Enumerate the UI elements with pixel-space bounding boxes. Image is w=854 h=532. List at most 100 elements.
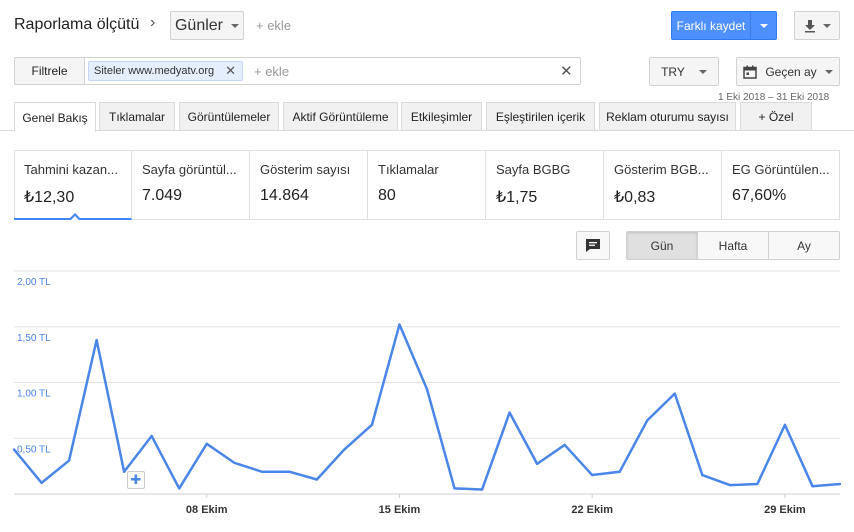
metric-label: Sayfa görüntül... xyxy=(142,162,237,177)
data-point xyxy=(150,434,153,438)
add-dimension-link[interactable]: + ekle xyxy=(256,18,291,33)
tab-overview[interactable]: Genel Bakış xyxy=(14,102,96,132)
data-point xyxy=(646,419,649,422)
dimension-dropdown[interactable]: Günler xyxy=(170,11,244,40)
filter-chip-prefix: Siteler xyxy=(94,65,126,77)
clear-filter-icon[interactable]: ✕ xyxy=(560,62,573,80)
data-point xyxy=(838,482,842,486)
chevron-right-icon: › xyxy=(150,14,156,31)
x-tick-label: 22 Ekim xyxy=(571,504,613,516)
calendar-icon xyxy=(743,65,758,79)
data-point xyxy=(535,462,539,466)
data-point xyxy=(756,482,759,486)
granularity-month[interactable]: Ay xyxy=(768,231,840,260)
metric-value: 7.049 xyxy=(142,187,183,204)
tab-label: Genel Bakış xyxy=(22,110,88,125)
y-tick-label: 1,50 TL xyxy=(17,333,51,344)
x-tick-label: 29 Ekim xyxy=(764,504,806,516)
tab-ad-sessions[interactable]: Reklam oturumu sayısı xyxy=(599,102,736,130)
metric-label: Gösterim BGB... xyxy=(614,162,709,177)
tab-label: Etkileşimler xyxy=(410,109,473,124)
add-annotation-marker[interactable]: ✚ xyxy=(127,471,145,489)
tabs-baseline xyxy=(0,130,854,131)
filter-chip[interactable]: Siteler www.medyatv.org ✕ xyxy=(88,61,243,81)
metric-card-earnings[interactable]: Tahmini kazan... ₺12,30 xyxy=(14,150,132,220)
data-point xyxy=(288,470,291,473)
data-point xyxy=(618,470,621,473)
metric-label: Sayfa BGBG xyxy=(496,162,571,177)
earnings-line-chart: 0,50 TL 1,00 TL 1,50 TL 2,00 TL 08 Ekim 15 Ek… xyxy=(12,270,842,516)
save-as-dropdown-toggle[interactable] xyxy=(750,12,776,39)
tab-pageviews[interactable]: Görüntülemeler xyxy=(179,102,279,130)
tab-matched-content[interactable]: Eşleştirilen içerik xyxy=(486,102,595,130)
save-as-button[interactable]: Farklı kaydet xyxy=(671,11,777,40)
granularity-day[interactable]: Gün xyxy=(626,231,698,260)
data-point xyxy=(260,470,263,473)
data-point xyxy=(398,323,401,326)
granularity-week[interactable]: Hafta xyxy=(697,231,769,260)
currency-label: TRY xyxy=(661,64,685,79)
metric-value: 67,60% xyxy=(732,187,787,204)
data-point xyxy=(343,448,346,451)
metric-card-active-view[interactable]: EG Görüntülen... 67,60% xyxy=(722,150,840,220)
data-point xyxy=(40,481,43,485)
metric-value: ₺12,30 xyxy=(24,189,75,206)
data-point xyxy=(480,488,484,491)
filter-chip-value: www.medyatv.org xyxy=(128,65,215,77)
dimension-label: Günler xyxy=(174,16,224,34)
currency-dropdown[interactable]: TRY xyxy=(649,57,719,86)
tab-label: Aktif Görüntüleme xyxy=(292,109,389,124)
metric-value: ₺0,83 xyxy=(614,189,656,206)
data-point xyxy=(591,473,594,477)
filter-button[interactable]: Filtrele xyxy=(14,57,85,85)
metric-label: Tahmini kazan... xyxy=(24,162,118,177)
filter-button-label: Filtrele xyxy=(31,64,68,78)
data-point xyxy=(425,387,429,391)
x-tick-label: 15 Ekim xyxy=(379,504,421,516)
metric-card-impressions[interactable]: Gösterim sayısı 14.864 xyxy=(250,150,368,220)
data-point xyxy=(728,483,732,487)
data-point xyxy=(12,448,16,451)
tab-custom[interactable]: + Özel xyxy=(740,102,812,130)
tab-clicks[interactable]: Tıklamalar xyxy=(99,102,175,130)
metric-card-clicks[interactable]: Tıklamalar 80 xyxy=(368,150,486,220)
data-point xyxy=(178,487,181,490)
data-point xyxy=(783,423,787,427)
close-icon[interactable]: ✕ xyxy=(225,63,236,79)
selected-pointer-inner xyxy=(71,216,79,220)
download-button[interactable] xyxy=(794,11,840,40)
data-point xyxy=(67,459,71,462)
metric-card-impression-rpm[interactable]: Gösterim BGB... ₺0,83 xyxy=(604,150,722,220)
granularity-label: Ay xyxy=(797,238,811,253)
date-range-label: Geçen ay xyxy=(765,64,817,79)
data-point xyxy=(205,442,208,446)
y-tick-label: 2,00 TL xyxy=(17,277,51,288)
y-tick-label: 0,50 TL xyxy=(17,444,51,455)
data-point xyxy=(453,487,456,490)
tab-label: Reklam oturumu sayısı xyxy=(606,109,729,124)
data-point xyxy=(701,473,704,477)
add-filter-link[interactable]: + ekle xyxy=(254,64,289,79)
granularity-label: Hafta xyxy=(718,238,748,253)
x-tick-label: 08 Ekim xyxy=(186,504,228,516)
tab-label: Tıklamalar xyxy=(108,109,165,124)
series-line xyxy=(13,323,841,491)
tab-interactions[interactable]: Etkileşimler xyxy=(401,102,482,130)
data-point xyxy=(233,461,236,464)
metric-label: Tıklamalar xyxy=(378,162,439,177)
metric-card-pageviews[interactable]: Sayfa görüntül... 7.049 xyxy=(132,150,250,220)
chevron-down-icon xyxy=(759,23,768,28)
metric-label: Gösterim sayısı xyxy=(260,162,351,177)
chevron-down-icon xyxy=(698,69,707,74)
data-point xyxy=(563,443,566,447)
tab-label: Eşleştirilen içerik xyxy=(495,109,586,124)
data-point xyxy=(673,392,676,395)
metric-value: ₺1,75 xyxy=(496,189,538,206)
metric-value: 14.864 xyxy=(260,187,309,204)
metric-card-page-rpm[interactable]: Sayfa BGBG ₺1,75 xyxy=(486,150,604,220)
save-as-label: Farklı kaydet xyxy=(676,18,746,33)
data-point xyxy=(811,484,814,488)
tab-active-view[interactable]: Aktif Görüntüleme xyxy=(283,102,398,130)
date-range-dropdown[interactable]: Geçen ay xyxy=(736,57,840,86)
annotation-button[interactable] xyxy=(576,231,610,260)
